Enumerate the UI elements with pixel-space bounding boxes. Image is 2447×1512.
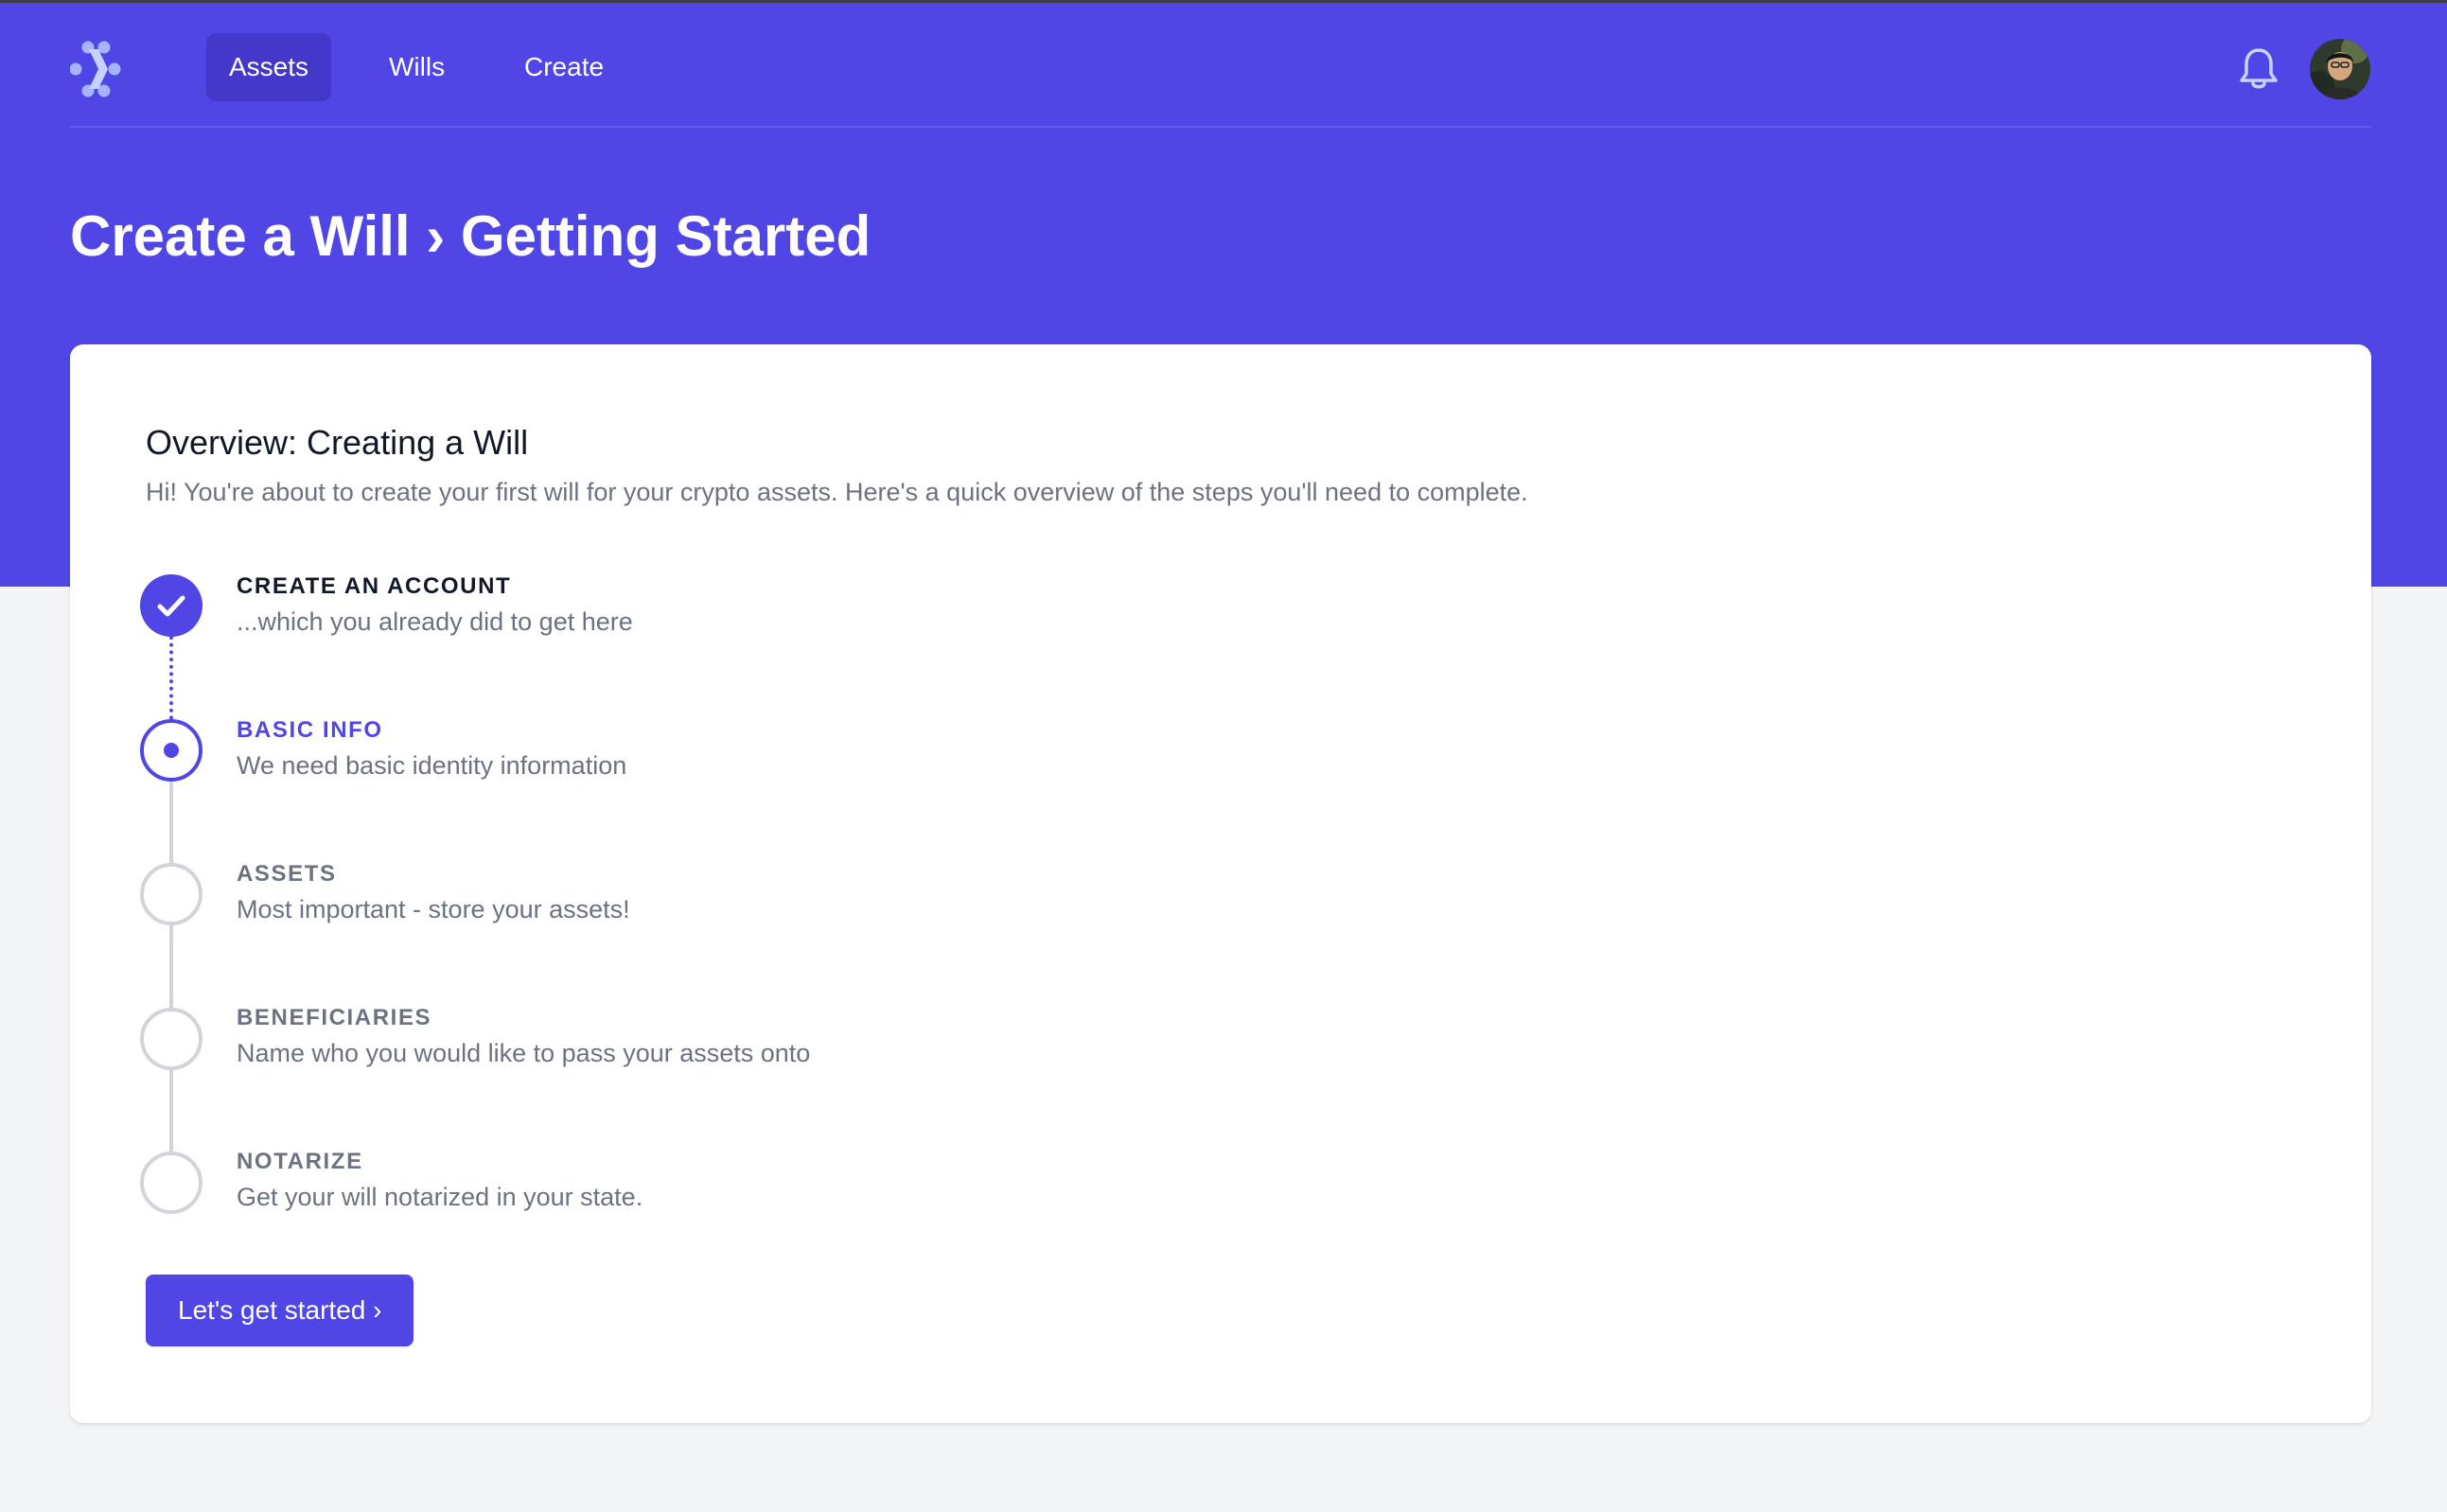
overview-title: Overview: Creating a Will [146,423,529,462]
current-step-dot [164,743,179,758]
nav-item-create[interactable]: Create [502,33,626,101]
step-name: ASSETS [237,861,337,887]
step-name: BASIC INFO [237,717,383,743]
step-description: Most important - store your assets! [237,895,630,923]
step-description: ...which you already did to get here [237,607,633,636]
step-name: NOTARIZE [237,1149,363,1174]
step-name: CREATE AN ACCOUNT [237,573,512,599]
overview-description: Hi! You're about to create your first wi… [146,478,1528,506]
empty-step-circle-icon [140,1008,202,1070]
page-title: Create a Will › Getting Started [70,204,871,268]
step-description: We need basic identity information [237,751,627,780]
step-description: Get your will notarized in your state. [237,1183,643,1211]
lets-get-started-button[interactable]: Let's get started › [146,1275,414,1346]
step-name: BENEFICIARIES [237,1005,432,1030]
empty-step-circle-icon [140,1152,202,1214]
bell-icon[interactable] [2237,45,2280,91]
current-step-dot-icon [140,719,202,782]
nav-item-assets[interactable]: Assets [206,33,332,101]
nav-item-wills[interactable]: Wills [366,33,467,101]
user-avatar-icon[interactable] [2310,39,2370,99]
check-icon [140,574,202,637]
top-navigation: Assets Wills Create [69,6,2371,128]
overview-card: Overview: Creating a Will Hi! You're abo… [70,344,2371,1423]
step-description: Name who you would like to pass your ass… [237,1039,811,1067]
empty-step-circle-icon [140,863,202,925]
dots-chevron-logo-icon[interactable] [69,40,131,98]
